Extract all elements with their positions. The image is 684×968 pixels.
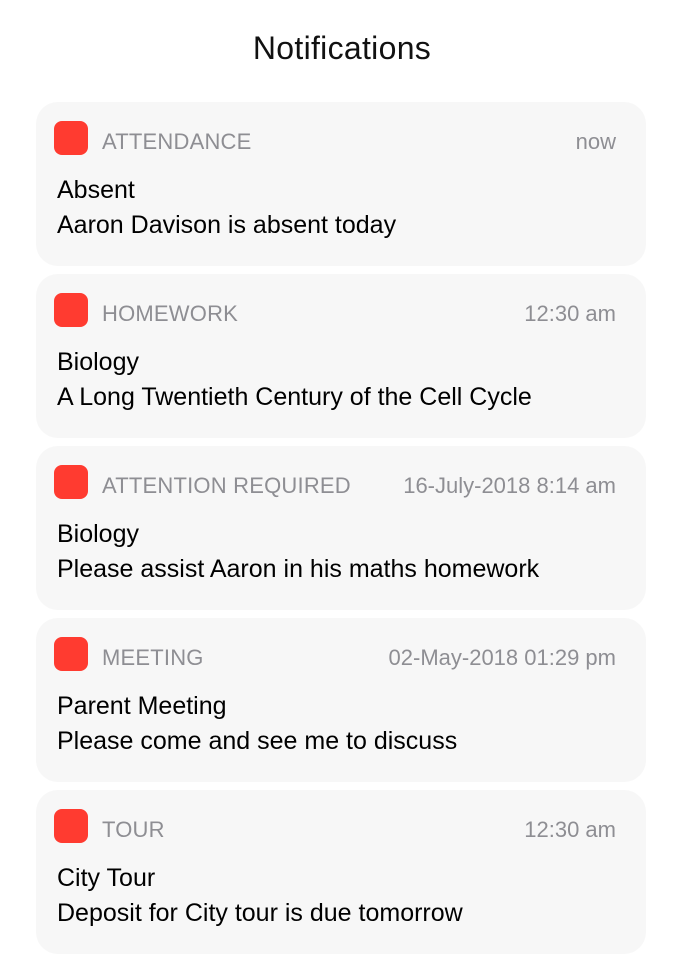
notification-time: now (575, 129, 616, 154)
app-icon (54, 121, 88, 155)
notification-card[interactable]: HOMEWORK 12:30 am Biology A Long Twentie… (36, 274, 646, 438)
app-icon (54, 293, 88, 327)
notification-category: ATTENDANCE (102, 129, 252, 154)
notification-card[interactable]: ATTENDANCE now Absent Aaron Davison is a… (36, 102, 646, 266)
notification-body: Aaron Davison is absent today (57, 211, 397, 239)
notification-time: 16-July-2018 8:14 am (403, 473, 616, 498)
notification-category: TOUR (102, 817, 165, 842)
notification-category: HOMEWORK (102, 301, 239, 326)
app-icon (54, 809, 88, 843)
notification-body: Please assist Aaron in his maths homewor… (57, 555, 540, 583)
notification-category: MEETING (102, 645, 204, 670)
notification-card[interactable]: MEETING 02-May-2018 01:29 pm Parent Meet… (36, 618, 646, 782)
notification-title: City Tour (57, 864, 156, 892)
page-title: Notifications (252, 30, 432, 66)
notification-time: 12:30 am (524, 301, 616, 326)
notification-card[interactable]: TOUR 12:30 am City Tour Deposit for City… (36, 790, 646, 954)
notification-list: ATTENDANCE now Absent Aaron Davison is a… (36, 102, 646, 962)
notification-category: ATTENTION REQUIRED (102, 473, 351, 498)
notification-body: Please come and see me to discuss (57, 727, 458, 755)
notification-title: Parent Meeting (57, 692, 227, 720)
notification-card[interactable]: ATTENTION REQUIRED 16-July-2018 8:14 am … (36, 446, 646, 610)
notification-title: Biology (57, 520, 139, 548)
notification-time: 12:30 am (524, 817, 616, 842)
app-icon (54, 465, 88, 499)
notification-body: A Long Twentieth Century of the Cell Cyc… (57, 383, 532, 411)
notification-title: Absent (57, 176, 135, 204)
notification-body: Deposit for City tour is due tomorrow (57, 899, 463, 927)
notification-title: Biology (57, 348, 139, 376)
notification-time: 02-May-2018 01:29 pm (388, 645, 616, 670)
app-icon (54, 637, 88, 671)
